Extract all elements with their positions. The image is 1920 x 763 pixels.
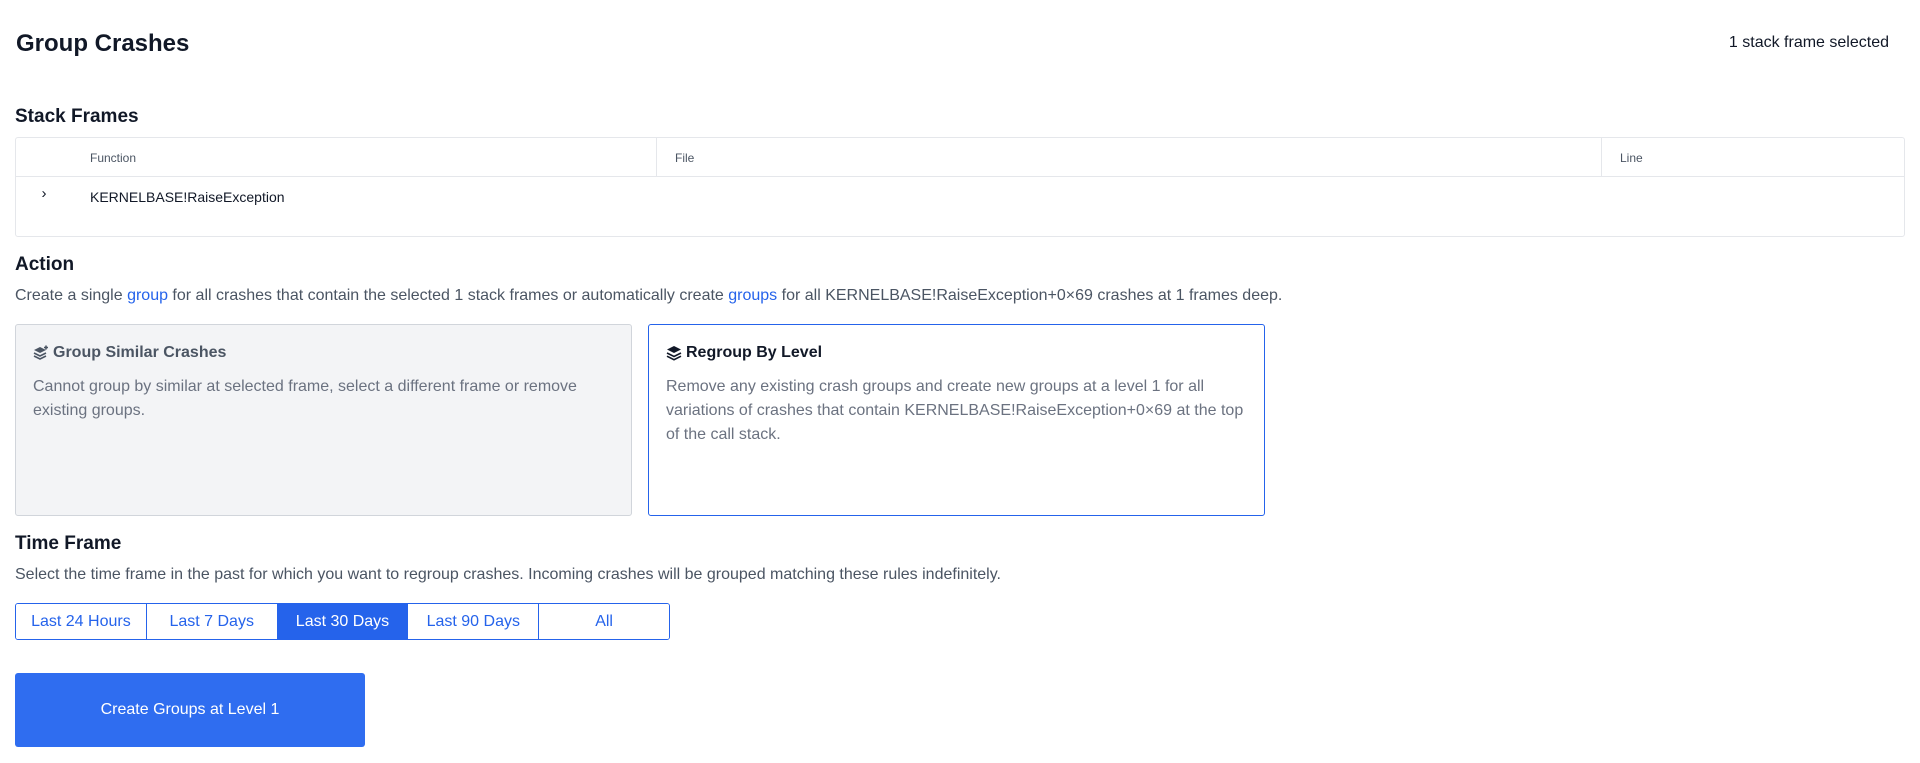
card-description: Remove any existing crash groups and cre… <box>666 378 1244 443</box>
card-title: Regroup By Level <box>666 343 1247 363</box>
frame-function: KERNELBASE!RaiseException <box>90 189 285 205</box>
card-title-text: Group Similar Crashes <box>53 344 227 361</box>
stack-frames-table: Function File Line › KERNELBASE!RaiseExc… <box>15 137 1905 237</box>
column-header-file: File <box>675 151 695 165</box>
create-groups-button[interactable]: Create Groups at Level 1 <box>15 673 365 747</box>
time-frame-option-90-days[interactable]: Last 90 Days <box>408 604 540 639</box>
stack-frames-title: Stack Frames <box>15 106 139 127</box>
table-header: Function File Line <box>16 138 1904 177</box>
time-frame-option-all[interactable]: All <box>539 604 669 639</box>
column-header-line: Line <box>1620 151 1643 165</box>
group-similar-crashes-card: Group Similar Crashes Cannot group by si… <box>15 324 632 516</box>
time-frame-title: Time Frame <box>15 533 122 554</box>
time-frame-option-30-days[interactable]: Last 30 Days <box>277 604 409 639</box>
card-title: Group Similar Crashes <box>33 343 614 363</box>
chevron-right-icon[interactable]: › <box>36 186 52 202</box>
regroup-by-level-card[interactable]: Regroup By Level Remove any existing cra… <box>648 324 1265 516</box>
page-title: Group Crashes <box>16 30 190 57</box>
action-description-text: Create a single <box>15 287 128 304</box>
selection-status: 1 stack frame selected <box>1728 34 1889 51</box>
action-title: Action <box>15 254 75 275</box>
action-description-text: for all KERNELBASE!RaiseException+0×69 c… <box>777 287 1283 304</box>
layers-plus-icon <box>33 345 48 360</box>
time-frame-option-24-hours[interactable]: Last 24 Hours <box>16 604 147 639</box>
column-header-function: Function <box>90 151 137 165</box>
column-divider <box>1601 138 1602 177</box>
layers-icon <box>666 346 682 361</box>
time-frame-selector: Last 24 Hours Last 7 Days Last 30 Days L… <box>15 603 670 640</box>
group-link[interactable]: group <box>127 287 168 304</box>
action-description: Create a single group for all crashes th… <box>15 287 1282 305</box>
time-frame-option-7-days[interactable]: Last 7 Days <box>146 604 278 639</box>
action-description-text: for all crashes that contain the selecte… <box>167 287 729 304</box>
column-divider <box>656 138 657 177</box>
card-description: Cannot group by similar at selected fram… <box>33 378 577 419</box>
card-title-text: Regroup By Level <box>686 344 823 361</box>
table-row[interactable]: › KERNELBASE!RaiseException <box>16 177 1904 217</box>
groups-link[interactable]: groups <box>728 287 777 304</box>
time-frame-description: Select the time frame in the past for wh… <box>15 566 1001 583</box>
